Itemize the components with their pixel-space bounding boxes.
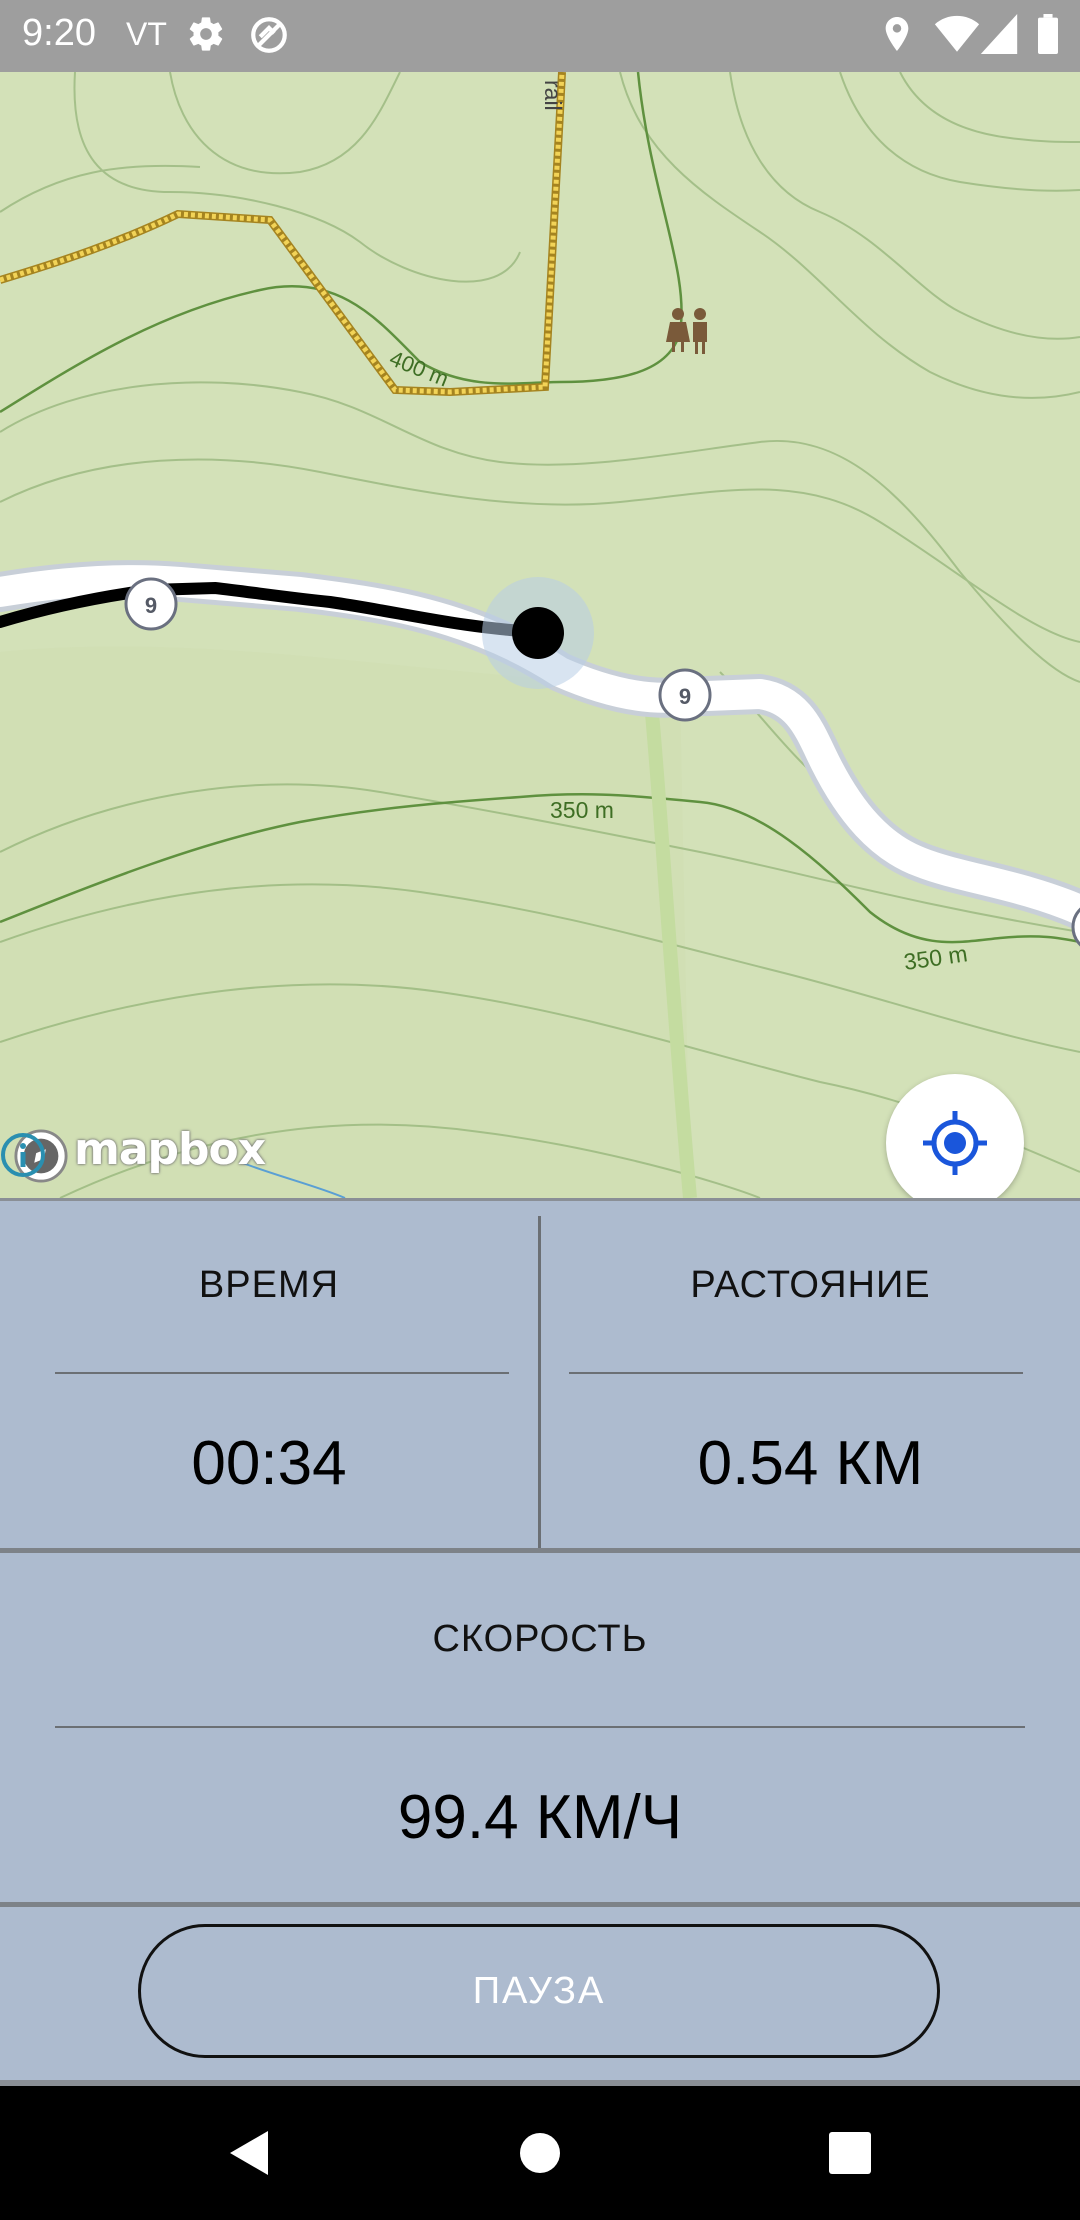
divider [0,1548,1080,1553]
signal-icon [980,14,1018,54]
route-shield: 9 [658,668,712,722]
svg-text:9: 9 [679,684,691,709]
status-carrier: VT [126,16,167,52]
trail-label: rail [540,80,566,111]
people-poi-icon[interactable] [666,308,707,354]
divider [569,1372,1023,1374]
crosshair-icon [923,1111,987,1175]
divider [55,1372,509,1374]
info-icon[interactable] [0,1132,46,1178]
divider [0,1198,1080,1201]
status-bar: 9:20 VT [0,0,1080,72]
route-shield: 9 [124,577,178,631]
svg-text:9: 9 [145,593,157,618]
map-view[interactable]: 9 9 400 m 350 m 350 m rail mapbox [0,72,1080,1198]
topographic-map[interactable]: 9 9 400 m 350 m 350 m rail [0,72,1080,1198]
speed-label: СКОРОСТЬ [432,1618,648,1660]
battery-icon [1038,14,1058,54]
wifi-icon [934,15,980,52]
time-label: ВРЕМЯ [198,1264,340,1306]
current-position-marker [512,607,564,659]
status-time: 9:20 [22,12,96,54]
time-value: 00:34 [191,1429,347,1498]
settings-icon [189,17,223,51]
distance-value: 0.54 КМ [697,1429,924,1498]
pause-button[interactable]: ПАУЗА [138,1924,940,2058]
navigation-bar [0,2086,1080,2220]
speed-value: 99.4 КМ/Ч [397,1783,683,1852]
contour-label-350: 350 m [550,797,614,823]
contour-label-400: 400 m [386,345,452,391]
distance-label: РАСТОЯНИЕ [690,1264,931,1306]
back-icon[interactable] [185,2086,319,2220]
recents-icon[interactable] [783,2086,917,2220]
home-icon[interactable] [473,2086,607,2220]
location-icon [885,17,909,51]
sync-off-icon [251,17,287,53]
divider [0,1902,1080,1907]
contour-label-350: 350 m [902,940,969,975]
divider [55,1726,1025,1728]
mapbox-wordmark: mapbox [74,1124,266,1175]
